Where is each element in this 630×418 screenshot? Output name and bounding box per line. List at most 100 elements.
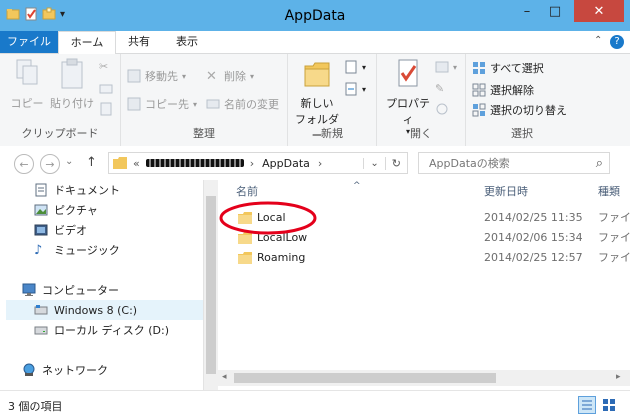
drive-icon	[34, 326, 48, 335]
search-input[interactable]: AppDataの検索	[429, 155, 510, 171]
computer-icon	[22, 283, 36, 296]
sidebar-item-label: ミュージック	[54, 244, 120, 257]
easy-access-button[interactable]: ▾	[344, 82, 366, 96]
large-icons-view-icon[interactable]	[600, 396, 618, 414]
tab-share[interactable]: 共有	[117, 31, 161, 53]
edit-button[interactable]: ✎	[435, 82, 449, 96]
address-overflow-icon[interactable]: «	[133, 157, 140, 170]
tab-home[interactable]: ホーム	[58, 31, 116, 54]
item-count: 3 個の項目	[8, 400, 63, 413]
column-header-name[interactable]: 名前	[236, 182, 258, 202]
copy-icon	[16, 59, 38, 85]
invert-selection-label: 選択の切り替え	[490, 104, 567, 117]
select-group: すべて選択 選択解除 選択の切り替え 選択	[466, 54, 578, 146]
open-icon	[435, 61, 449, 73]
new-item-icon	[345, 60, 357, 74]
sidebar-item-label: ビデオ	[54, 224, 87, 237]
select-all-button[interactable]: すべて選択	[472, 60, 544, 76]
properties-label: プロパティ	[386, 97, 430, 126]
history-button[interactable]	[435, 102, 449, 116]
paste-button[interactable]: 貼り付け	[50, 58, 94, 111]
move-to-label: 移動先	[145, 70, 178, 83]
delete-dropdown-icon: ▾	[250, 71, 255, 81]
sidebar-item-label: ネットワーク	[42, 364, 108, 377]
sidebar-item-network[interactable]: ネットワーク	[22, 360, 108, 380]
minimize-button[interactable]: –	[514, 0, 540, 22]
status-bar: 3 個の項目	[0, 390, 630, 418]
address-bar[interactable]: « › AppData › ⌄ ↻	[108, 152, 408, 174]
file-list: 名前 ^ 更新日時 種類 Local 2014/02/25 11:35 ファイ …	[218, 180, 630, 370]
scrollbar-thumb[interactable]	[234, 373, 496, 383]
delete-button[interactable]: ✕ 削除 ▾	[206, 68, 254, 84]
sidebar-item-drive-c[interactable]: Windows 8 (C:)	[6, 300, 203, 320]
tab-view[interactable]: 表示	[165, 31, 209, 53]
ribbon-collapse-icon[interactable]: ⌃	[594, 35, 602, 46]
move-to-dropdown-icon: ▾	[182, 71, 187, 81]
help-icon[interactable]: ?	[610, 35, 624, 49]
open-group-label: 開く	[410, 127, 432, 140]
recent-locations-icon[interactable]: ⌄	[65, 156, 73, 167]
forward-button[interactable]: →	[40, 154, 60, 174]
copy-path-button[interactable]	[99, 82, 113, 96]
sidebar-item-label: ピクチャ	[54, 204, 98, 217]
new-item-button[interactable]: ▾	[344, 60, 366, 74]
folder-icon	[238, 252, 252, 264]
horizontal-scrollbar[interactable]: ◂ ▸	[218, 370, 630, 386]
copy-to-dropdown-icon: ▾	[193, 99, 198, 109]
sidebar-item-music[interactable]: ♪ ミュージック	[34, 240, 120, 260]
sort-indicator-icon: ^	[353, 181, 361, 191]
scrollbar-thumb[interactable]	[206, 196, 216, 374]
sidebar-item-computer[interactable]: コンピューター	[22, 280, 119, 300]
invert-selection-button[interactable]: 選択の切り替え	[472, 102, 567, 118]
address-dropdown-icon[interactable]: ⌄	[363, 157, 384, 169]
file-name: Roaming	[257, 251, 306, 264]
close-button[interactable]: ✕	[574, 0, 624, 22]
search-box[interactable]: AppDataの検索 ⌕	[418, 152, 610, 174]
paste-shortcut-button[interactable]	[99, 102, 113, 116]
copy-to-icon	[127, 97, 141, 111]
new-item-dropdown-icon: ▾	[362, 62, 367, 72]
maximize-button[interactable]: □	[542, 0, 568, 22]
windows-drive-icon	[34, 305, 48, 315]
scroll-left-icon[interactable]: ◂	[222, 372, 227, 382]
move-to-button[interactable]: 移動先 ▾	[127, 68, 186, 84]
address-separator-icon[interactable]: ›	[250, 157, 254, 170]
file-type: ファイ	[598, 251, 630, 264]
paste-icon	[61, 58, 83, 89]
tab-file[interactable]: ファイル	[0, 31, 58, 53]
easy-access-icon	[345, 82, 357, 96]
sidebar-item-documents[interactable]: ドキュメント	[34, 180, 120, 200]
back-button[interactable]: ←	[14, 154, 34, 174]
refresh-icon[interactable]: ↻	[384, 156, 407, 170]
address-current-folder[interactable]: AppData	[262, 157, 310, 170]
open-button[interactable]: ▾	[435, 60, 457, 74]
scroll-right-icon[interactable]: ▸	[616, 372, 621, 382]
edit-icon: ✎	[435, 82, 445, 95]
open-dropdown-icon: ▾	[453, 62, 458, 72]
navigation-pane-scrollbar[interactable]	[203, 180, 218, 390]
network-icon	[23, 363, 35, 376]
copy-to-button[interactable]: コピー先 ▾	[127, 96, 197, 112]
up-button[interactable]: ↑	[86, 155, 97, 170]
sidebar-item-drive-d[interactable]: ローカル ディスク (D:)	[34, 320, 169, 340]
cut-button[interactable]: ✂	[99, 60, 113, 74]
rename-button[interactable]: 名前の変更	[206, 96, 279, 112]
videos-icon	[34, 224, 48, 236]
select-group-label: 選択	[511, 127, 533, 140]
details-view-icon[interactable]	[578, 396, 596, 414]
navigation-pane: ドキュメント ピクチャ ビデオ ♪ ミュージック コンピューター Windows…	[0, 180, 203, 390]
column-header-type[interactable]: 種類	[598, 182, 620, 202]
documents-icon	[35, 183, 47, 197]
table-row[interactable]: Roaming 2014/02/25 12:57 ファイ	[218, 248, 630, 268]
paste-shortcut-icon	[100, 102, 112, 116]
address-separator-icon[interactable]: ›	[318, 157, 322, 170]
sidebar-item-label: ドキュメント	[54, 184, 120, 197]
sidebar-item-videos[interactable]: ビデオ	[34, 220, 87, 240]
search-icon[interactable]: ⌕	[596, 156, 603, 171]
folder-icon	[113, 157, 127, 169]
select-none-button[interactable]: 選択解除	[472, 82, 534, 98]
copy-button[interactable]: コピー	[10, 58, 44, 111]
sidebar-item-pictures[interactable]: ピクチャ	[34, 200, 98, 220]
new-group: 新しい フォルダー ▾ ▾ 新規	[288, 54, 377, 146]
column-header-modified[interactable]: 更新日時	[484, 182, 528, 202]
